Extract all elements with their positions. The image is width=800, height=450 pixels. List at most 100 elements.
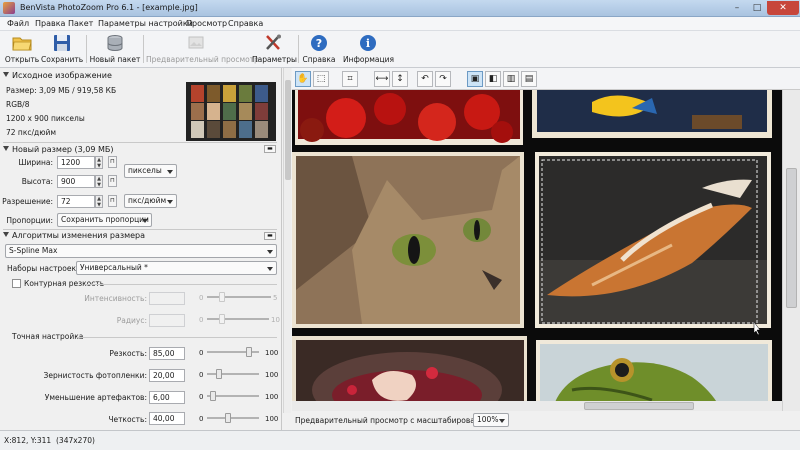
- sharpness-min: 0: [199, 349, 204, 357]
- proportions-label: Пропорции:: [6, 216, 53, 225]
- open-button[interactable]: Открыть: [3, 33, 41, 66]
- grain-max: 100: [265, 371, 279, 379]
- clarity-min: 0: [199, 415, 204, 423]
- artifact-max: 100: [265, 393, 279, 401]
- help-button[interactable]: ? Справка: [301, 33, 337, 66]
- resolution-units-dropdown[interactable]: пкс/дюйм: [124, 194, 177, 208]
- height-label: Высота:: [21, 177, 53, 186]
- preview-vertical-scrollbar[interactable]: [782, 90, 800, 411]
- settings-scrollbar[interactable]: [283, 68, 291, 413]
- scrollbar-thumb[interactable]: [786, 168, 797, 308]
- sharpness-label: Резкость:: [109, 349, 147, 358]
- grain-min: 0: [199, 371, 204, 379]
- source-image-header[interactable]: Исходное изображение: [3, 71, 112, 80]
- units-dropdown[interactable]: пикселы: [124, 164, 177, 178]
- presets-dropdown[interactable]: Универсальный *: [76, 261, 277, 275]
- slider-thumb[interactable]: [210, 391, 216, 401]
- slider-thumb[interactable]: [216, 369, 222, 379]
- crop-icon[interactable]: ⌗: [342, 71, 358, 87]
- scrollbar-thumb[interactable]: [584, 402, 694, 410]
- slider-thumb[interactable]: [225, 413, 231, 423]
- resize-methods-header[interactable]: Алгоритмы изменения размера: [3, 231, 145, 240]
- menu-help[interactable]: Справка: [228, 19, 263, 28]
- zoom-dropdown[interactable]: 100%: [473, 413, 509, 427]
- new-size-header[interactable]: Новый размер (3,09 МБ): [3, 145, 113, 154]
- minimize-button[interactable]: –: [727, 1, 747, 15]
- contour-sharpness-checkbox[interactable]: [12, 279, 21, 288]
- zoom-bar: Предварительный просмотр с масштабирован…: [292, 411, 800, 430]
- preview-button[interactable]: Предварительный просмотр: [146, 33, 259, 66]
- split-view-icon[interactable]: ◧: [485, 71, 501, 87]
- menu-batch[interactable]: Пакет: [68, 19, 93, 28]
- new-batch-button[interactable]: Новый пакет: [89, 33, 141, 66]
- chevron-down-icon: [167, 200, 173, 204]
- height-field[interactable]: 900: [57, 175, 95, 188]
- clarity-field[interactable]: 40,00: [149, 412, 185, 425]
- main-toolbar: Открыть Сохранить Новый пакет Предварите…: [0, 31, 800, 68]
- intensity-slider[interactable]: [207, 291, 271, 303]
- selection-dimensions: (347x270): [56, 436, 95, 445]
- link-icon[interactable]: ⊓: [108, 175, 117, 187]
- collapse-button[interactable]: ▬: [264, 145, 276, 153]
- menu-edit[interactable]: Правка: [35, 19, 65, 28]
- resolution-spinner[interactable]: ▲ ▼: [95, 195, 103, 208]
- top-bottom-icon[interactable]: ▤: [521, 71, 537, 87]
- preview-horizontal-scrollbar[interactable]: [292, 401, 782, 411]
- rotate-left-icon[interactable]: ↶: [417, 71, 433, 87]
- sharpness-field[interactable]: 85,00: [149, 347, 185, 360]
- chevron-down-icon: [167, 170, 173, 174]
- selection-tool-icon[interactable]: ⬚: [313, 71, 329, 87]
- width-field[interactable]: 1200: [57, 156, 95, 169]
- width-spinner[interactable]: ▲ ▼: [95, 156, 103, 169]
- link-icon[interactable]: ⊓: [108, 195, 117, 207]
- clarity-slider[interactable]: [207, 412, 259, 424]
- hand-tool-icon[interactable]: ✋: [295, 71, 311, 87]
- collapse-button[interactable]: ▬: [264, 232, 276, 240]
- collapse-triangle-icon: [3, 146, 9, 151]
- save-button[interactable]: Сохранить: [41, 33, 83, 66]
- sharpness-slider[interactable]: [207, 346, 259, 358]
- grain-field[interactable]: 20,00: [149, 369, 185, 382]
- collapse-triangle-icon: [3, 232, 9, 237]
- settings-button[interactable]: Параметры: [252, 33, 297, 66]
- intensity-field[interactable]: [149, 292, 185, 305]
- source-resolution: 72 пкс/дюйм: [6, 128, 57, 137]
- clarity-max: 100: [265, 415, 279, 423]
- grain-label: Зернистость фотопленки:: [43, 371, 147, 380]
- artifact-reduction-slider[interactable]: [207, 390, 259, 402]
- radius-field[interactable]: [149, 314, 185, 327]
- side-by-side-icon[interactable]: ▥: [503, 71, 519, 87]
- height-spinner[interactable]: ▲ ▼: [95, 175, 103, 188]
- menu-file[interactable]: Файл: [7, 19, 29, 28]
- help-icon: ?: [311, 35, 327, 51]
- close-button[interactable]: ✕: [767, 1, 799, 15]
- cursor-coordinates: X:812, Y:311: [4, 436, 52, 445]
- slider-thumb[interactable]: [219, 314, 225, 324]
- toolbar-separator: [143, 35, 144, 63]
- preview-photo-collage: [292, 90, 782, 411]
- radius-slider[interactable]: [207, 313, 269, 325]
- app-window: BenVista PhotoZoom Pro 6.1 - [example.jp…: [0, 0, 800, 450]
- proportions-dropdown[interactable]: Сохранить пропорции: [57, 213, 152, 227]
- menu-settings[interactable]: Параметры настройки: [98, 19, 193, 28]
- image-preview[interactable]: [292, 90, 782, 411]
- folder-icon: [12, 37, 32, 51]
- divider: [76, 337, 277, 338]
- fit-width-icon[interactable]: ⟷: [374, 71, 390, 87]
- resize-method-dropdown[interactable]: S-Spline Max: [5, 244, 277, 258]
- fit-height-icon[interactable]: ↕: [392, 71, 408, 87]
- info-button[interactable]: i Информация: [343, 33, 394, 66]
- resolution-field[interactable]: 72: [57, 195, 95, 208]
- artifact-reduction-field[interactable]: 6,00: [149, 391, 185, 404]
- single-view-icon[interactable]: ▣: [467, 71, 483, 87]
- menu-bar: Файл Правка Пакет Параметры настройки Пр…: [0, 17, 800, 31]
- menu-view[interactable]: Просмотр: [186, 19, 227, 28]
- grain-slider[interactable]: [207, 368, 259, 380]
- slider-thumb[interactable]: [219, 292, 225, 302]
- rotate-right-icon[interactable]: ↷: [435, 71, 451, 87]
- slider-thumb[interactable]: [246, 347, 252, 357]
- intensity-min: 0: [199, 294, 204, 302]
- link-icon[interactable]: ⊓: [108, 156, 117, 168]
- maximize-button[interactable]: □: [747, 1, 767, 15]
- scrollbar-thumb[interactable]: [285, 80, 291, 180]
